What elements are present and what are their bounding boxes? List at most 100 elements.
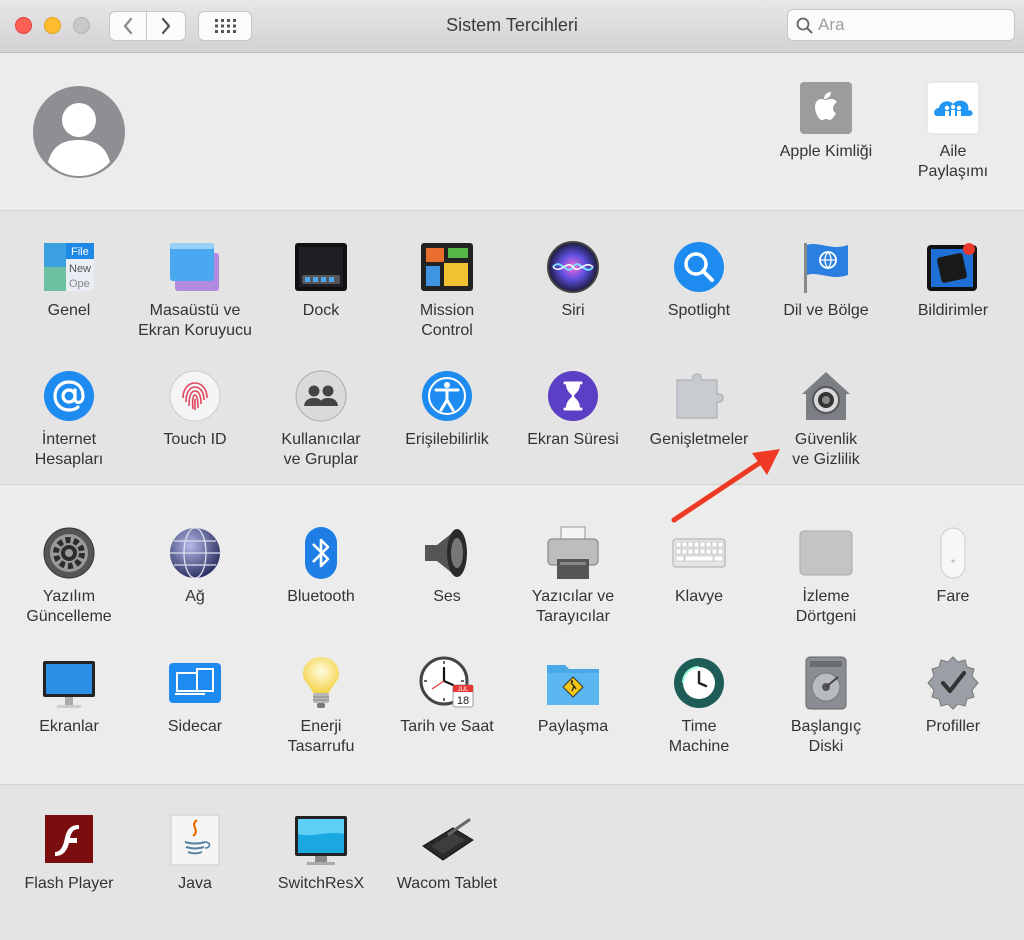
pane-printers-scanners[interactable]: Yazıcılar ve Tarayıcılar bbox=[510, 525, 636, 627]
pane-label: Ağ bbox=[185, 588, 205, 605]
pane-java[interactable]: Java bbox=[132, 812, 258, 894]
puzzle-piece-icon bbox=[676, 373, 724, 419]
pane-profiles[interactable]: Profiller bbox=[890, 655, 1016, 737]
hardware-section: Yazılım Güncelleme Ağ Bluetooth Ses Yazı… bbox=[0, 485, 1024, 785]
pane-switchresx[interactable]: SwitchResX bbox=[258, 812, 384, 894]
pane-internet-accounts[interactable]: İnternet Hesapları bbox=[6, 368, 132, 470]
sharing-folder-icon bbox=[547, 665, 599, 705]
pane-label: Tarih ve Saat bbox=[400, 718, 494, 735]
pane-label: Ses bbox=[433, 588, 461, 605]
pane-accessibility[interactable]: Erişilebilirlik bbox=[384, 368, 510, 450]
general-icon-text-top: File bbox=[71, 246, 89, 258]
pane-label: Spotlight bbox=[667, 302, 731, 319]
pane-displays[interactable]: Ekranlar bbox=[6, 655, 132, 737]
flash-player-icon bbox=[45, 815, 93, 863]
pane-label: İnternet Hesapları bbox=[34, 431, 104, 468]
pane-family-sharing[interactable]: Aile Paylaşımı bbox=[890, 80, 1016, 182]
printer-icon bbox=[547, 526, 599, 579]
pane-desktop[interactable]: Masaüstü ve Ekran Koruyucu bbox=[132, 239, 258, 341]
notifications-icon bbox=[927, 243, 977, 291]
search-input[interactable] bbox=[818, 14, 1008, 36]
time-machine-icon bbox=[674, 658, 724, 708]
user-avatar[interactable] bbox=[33, 86, 125, 178]
account-section: Apple Kimliği Aile Paylaşımı bbox=[0, 54, 1024, 211]
accessibility-icon bbox=[422, 371, 472, 421]
pane-label: Flash Player bbox=[24, 875, 114, 892]
pane-label: Bildirimler bbox=[917, 302, 989, 319]
pane-label: Klavye bbox=[674, 588, 724, 605]
pane-label: Yazıcılar ve Tarayıcılar bbox=[531, 588, 615, 625]
hard-disk-icon bbox=[805, 656, 847, 710]
switchresx-monitor-icon bbox=[295, 816, 347, 865]
pane-mission-control[interactable]: Mission Control bbox=[384, 239, 510, 341]
fingerprint-icon bbox=[169, 370, 221, 422]
pane-label: Masaüstü ve Ekran Koruyucu bbox=[138, 302, 252, 339]
pane-label: Erişilebilirlik bbox=[405, 431, 489, 448]
pane-label: Başlangıç Diski bbox=[790, 718, 862, 755]
pane-dock[interactable]: Dock bbox=[258, 239, 384, 321]
search-field[interactable] bbox=[787, 9, 1015, 41]
pane-flash-player[interactable]: Flash Player bbox=[6, 812, 132, 894]
pane-label: Bluetooth bbox=[287, 588, 355, 605]
pane-label: Mission Control bbox=[419, 302, 475, 339]
pane-startup-disk[interactable]: Başlangıç Diski bbox=[763, 655, 889, 757]
pane-time-machine[interactable]: Time Machine bbox=[636, 655, 762, 757]
pane-extensions[interactable]: Genişletmeler bbox=[636, 368, 762, 450]
pane-screen-time[interactable]: Ekran Süresi bbox=[510, 368, 636, 450]
pane-label: Yazılım Güncelleme bbox=[26, 588, 112, 625]
pane-general[interactable]: File New Ope Genel bbox=[6, 239, 132, 321]
pane-language-region[interactable]: Dil ve Bölge bbox=[763, 239, 889, 321]
pane-siri[interactable]: Siri bbox=[510, 239, 636, 321]
pane-mouse[interactable]: Fare bbox=[890, 525, 1016, 607]
pane-sound[interactable]: Ses bbox=[384, 525, 510, 607]
pane-label: Genişletmeler bbox=[649, 431, 749, 448]
calendar-month-text: JUL bbox=[458, 687, 469, 693]
gear-icon bbox=[43, 527, 95, 579]
keyboard-icon bbox=[672, 538, 726, 568]
pane-label: Enerji Tasarrufu bbox=[287, 718, 355, 755]
pane-label: Java bbox=[178, 875, 212, 892]
apple-logo-icon bbox=[800, 82, 852, 134]
search-icon bbox=[796, 17, 813, 34]
pane-security-privacy[interactable]: Güvenlik ve Gizlilik bbox=[763, 368, 889, 470]
spotlight-icon bbox=[674, 242, 724, 292]
siri-icon bbox=[547, 241, 599, 293]
pane-trackpad[interactable]: İzleme Dörtgeni bbox=[763, 525, 889, 627]
pane-energy-saver[interactable]: Enerji Tasarrufu bbox=[258, 655, 384, 757]
pane-notifications[interactable]: Bildirimler bbox=[890, 239, 1016, 321]
calendar-day-text: 18 bbox=[457, 695, 469, 707]
other-section: Flash Player Java SwitchResX Wacom Table… bbox=[0, 785, 1024, 940]
general-icon-text-mid: New bbox=[69, 263, 91, 275]
pane-sharing[interactable]: Paylaşma bbox=[510, 655, 636, 737]
flag-globe-icon bbox=[804, 243, 848, 293]
desktop-screensaver-icon bbox=[170, 243, 219, 291]
mission-control-icon bbox=[421, 243, 473, 291]
pane-label: Touch ID bbox=[163, 431, 227, 448]
pane-apple-id[interactable]: Apple Kimliği bbox=[763, 80, 889, 162]
pane-label: SwitchResX bbox=[277, 875, 365, 892]
pane-network[interactable]: Ağ bbox=[132, 525, 258, 607]
checkmark-badge-icon bbox=[927, 656, 979, 710]
pane-bluetooth[interactable]: Bluetooth bbox=[258, 525, 384, 607]
pane-sidecar[interactable]: Sidecar bbox=[132, 655, 258, 737]
pane-wacom-tablet[interactable]: Wacom Tablet bbox=[384, 812, 510, 894]
users-icon bbox=[295, 370, 347, 422]
pane-label: Ekranlar bbox=[39, 718, 99, 735]
pane-software-update[interactable]: Yazılım Güncelleme bbox=[6, 525, 132, 627]
pane-label: Genel bbox=[47, 302, 91, 319]
hourglass-icon bbox=[548, 371, 598, 421]
pane-users-groups[interactable]: Kullanıcılar ve Gruplar bbox=[258, 368, 384, 470]
pane-label: Güvenlik ve Gizlilik bbox=[792, 431, 860, 468]
speaker-icon bbox=[425, 529, 467, 577]
personal-section: File New Ope Genel Masaüstü ve Ekran Kor… bbox=[0, 211, 1024, 485]
clock-calendar-icon: JUL 18 bbox=[419, 656, 474, 708]
general-icon-text-bot: Ope bbox=[69, 278, 90, 290]
pane-touch-id[interactable]: Touch ID bbox=[132, 368, 258, 450]
pane-label: Time Machine bbox=[668, 718, 730, 755]
light-bulb-icon bbox=[303, 657, 339, 708]
pane-date-time[interactable]: JUL 18 Tarih ve Saat bbox=[384, 655, 510, 737]
display-monitor-icon bbox=[43, 661, 95, 708]
pane-label: Kullanıcılar ve Gruplar bbox=[281, 431, 361, 468]
pane-keyboard[interactable]: Klavye bbox=[636, 525, 762, 607]
pane-spotlight[interactable]: Spotlight bbox=[636, 239, 762, 321]
